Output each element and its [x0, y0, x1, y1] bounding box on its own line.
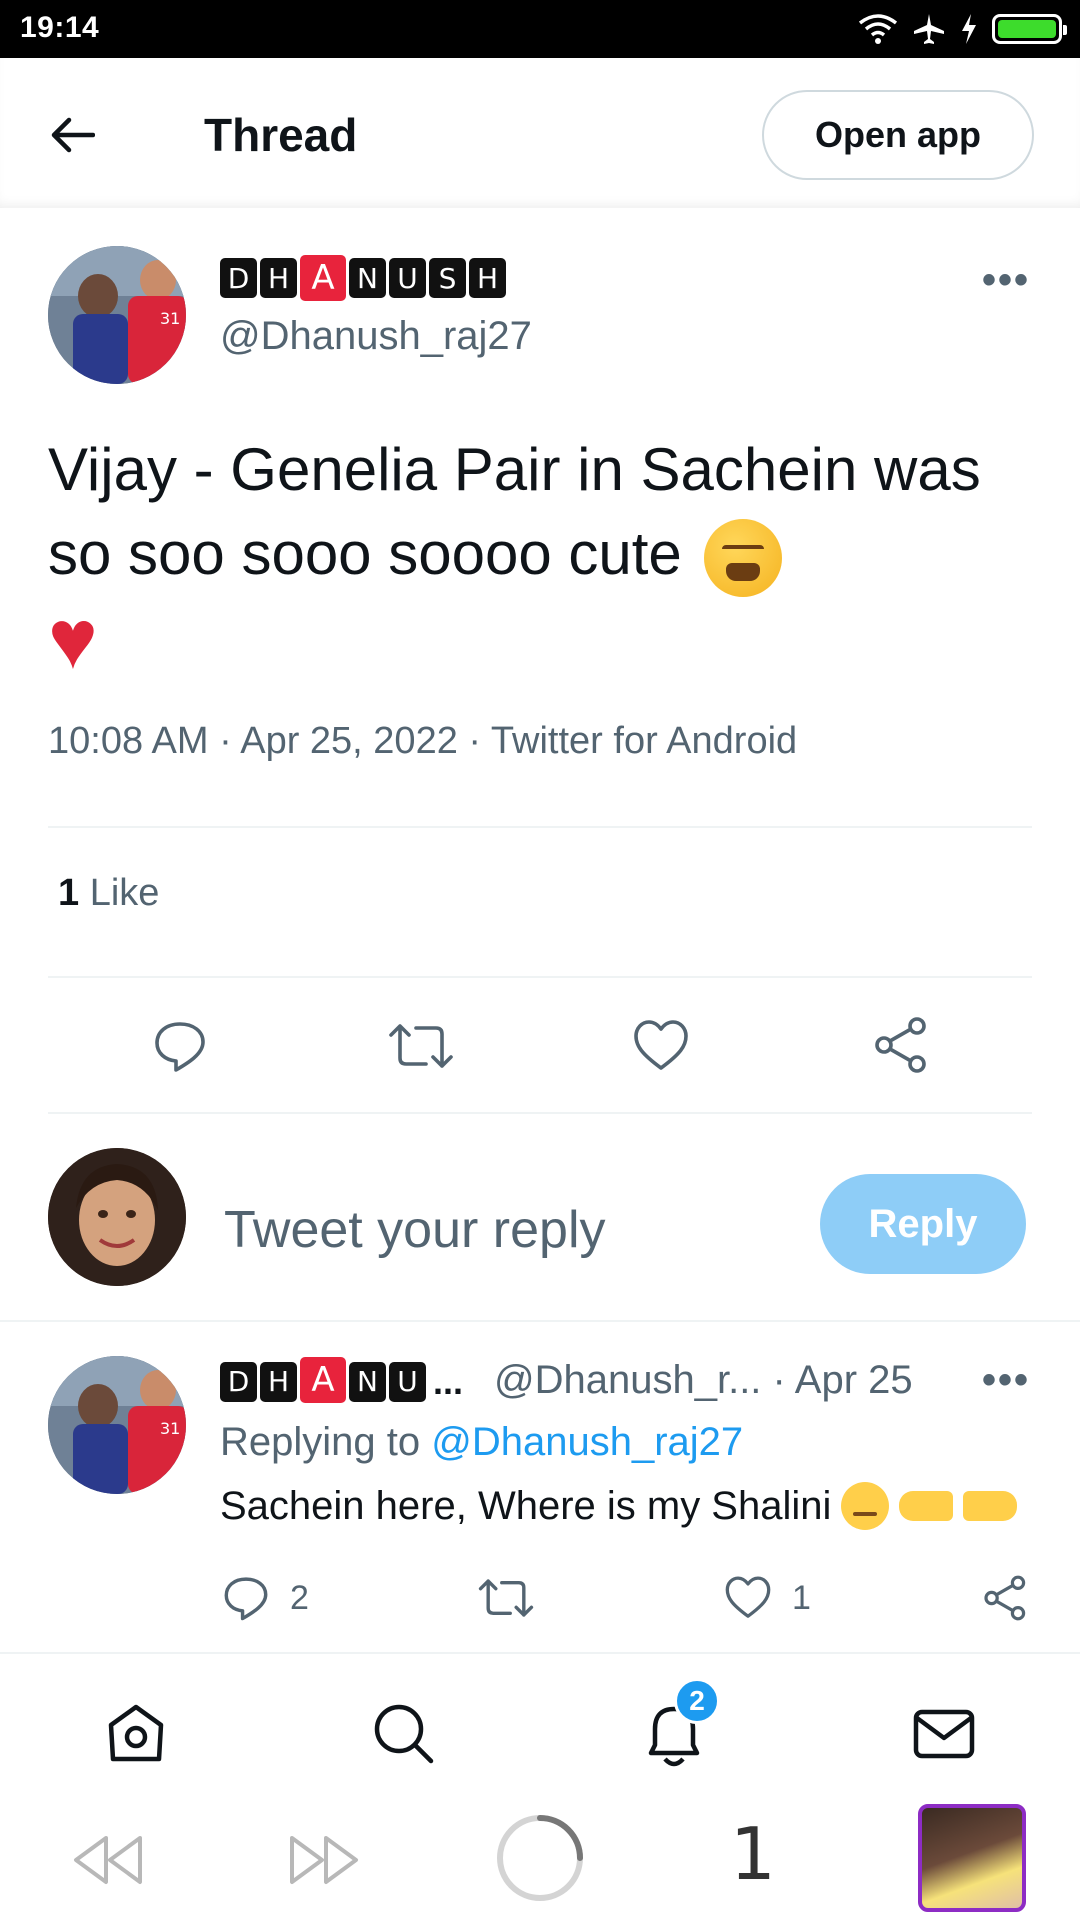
comment-author-avatar-image: 31	[48, 1356, 186, 1494]
replying-to: Replying to @Dhanush_raj27	[220, 1420, 743, 1465]
mail-icon	[913, 1709, 975, 1759]
home-icon	[108, 1704, 164, 1762]
replying-prefix: Replying to	[220, 1420, 432, 1464]
page-title: Thread	[204, 109, 358, 161]
name-tile: D	[220, 1361, 257, 1402]
current-user-avatar	[48, 1148, 186, 1286]
share-icon	[875, 1017, 926, 1073]
name-tile: U	[389, 258, 426, 298]
comment-reply-button[interactable]: 2	[222, 1574, 309, 1622]
open-app-button[interactable]: Open app	[762, 90, 1034, 180]
red-heart-emoji-icon: ♥	[48, 592, 98, 687]
divider	[48, 976, 1032, 978]
name-tile: S	[429, 258, 466, 298]
svg-text:31: 31	[160, 309, 180, 328]
name-tile: U	[389, 1361, 426, 1402]
weary-face-emoji-icon	[704, 519, 783, 598]
pointing-right-emoji-icon	[963, 1491, 1018, 1521]
status-time: 19:14	[20, 11, 100, 44]
arrow-left-icon	[51, 117, 95, 153]
comment-icon	[224, 1577, 268, 1621]
author-avatar-image: 31	[48, 246, 186, 384]
heart-icon	[634, 1020, 688, 1070]
name-tile: A	[300, 255, 346, 301]
browser-tab-count[interactable]: 1	[730, 1812, 776, 1896]
name-tile: H	[469, 258, 506, 298]
comment-handle-date[interactable]: @Dhanush_r... · Apr 25	[494, 1358, 913, 1403]
status-icons	[858, 12, 1067, 46]
nav-search[interactable]	[364, 1694, 444, 1774]
loading-spinner-icon	[497, 1815, 583, 1901]
back-button[interactable]	[48, 110, 98, 160]
share-icon	[984, 1575, 1026, 1621]
current-user-avatar-image	[48, 1148, 186, 1286]
comment-text-body: Sachein here, Where is my Shalini	[220, 1483, 832, 1528]
status-bar: 19:14	[0, 0, 1080, 58]
pointing-left-emoji-icon	[899, 1491, 954, 1521]
tweet-text-body: Vijay - Genelia Pair in Sachein was so s…	[48, 436, 981, 587]
share-action-button[interactable]	[872, 1016, 932, 1074]
author-avatar[interactable]: 31	[48, 246, 186, 384]
nav-home[interactable]	[96, 1694, 176, 1774]
comment-author-avatar[interactable]: 31	[48, 1356, 186, 1494]
comment-more-options-button[interactable]: •••	[982, 1358, 1030, 1403]
likes-summary[interactable]: 1 Like	[58, 872, 159, 915]
comment-text: Sachein here, Where is my Shalini	[220, 1482, 1018, 1530]
search-icon	[374, 1704, 434, 1764]
comment-author-display-name[interactable]: D H A N U ...	[220, 1357, 464, 1403]
reply-input[interactable]	[224, 1190, 784, 1270]
reply-action-button[interactable]	[152, 1018, 208, 1074]
comment-retweet-button[interactable]	[478, 1574, 534, 1622]
comment-reply-count: 2	[290, 1578, 309, 1617]
browser-forward-button[interactable]	[286, 1832, 362, 1888]
divider	[48, 1112, 1032, 1114]
airplane-mode-icon	[914, 14, 944, 44]
name-ellipsis: ...	[433, 1360, 464, 1402]
charging-icon	[962, 14, 976, 44]
tweet-timestamp: 10:08 AM · Apr 25, 2022 · Twitter for An…	[48, 720, 798, 762]
comment-like-button[interactable]: 1	[724, 1574, 811, 1622]
name-tile: N	[349, 1361, 386, 1402]
browser-back-button[interactable]	[70, 1832, 146, 1888]
battery-icon	[992, 14, 1067, 44]
divider	[0, 1320, 1080, 1322]
divider	[48, 826, 1032, 828]
name-tile: N	[349, 258, 386, 298]
author-handle[interactable]: @Dhanush_raj27	[220, 314, 532, 359]
rewind-icon	[74, 1836, 142, 1884]
heart-icon	[725, 1576, 771, 1618]
name-tile: A	[300, 1357, 346, 1403]
tweet-text: Vijay - Genelia Pair in Sachein was so s…	[48, 428, 1008, 690]
nav-messages[interactable]	[904, 1694, 984, 1774]
comment-share-button[interactable]	[982, 1574, 1030, 1622]
likes-count: 1	[58, 872, 80, 914]
retweet-action-button[interactable]	[388, 1018, 454, 1074]
thread-header: Thread Open app	[0, 58, 1080, 208]
eye-roll-emoji-icon	[841, 1482, 890, 1530]
more-options-button[interactable]: •••	[982, 258, 1030, 303]
reply-button[interactable]: Reply	[820, 1174, 1026, 1274]
likes-label: Like	[89, 872, 160, 914]
browser-tab-thumbnail[interactable]	[918, 1804, 1026, 1912]
like-action-button[interactable]	[632, 1018, 690, 1074]
replying-mention-link[interactable]: @Dhanush_raj27	[431, 1420, 743, 1464]
comment-icon	[155, 1022, 205, 1072]
retweet-icon	[478, 1579, 534, 1617]
browser-loading-button[interactable]	[494, 1812, 586, 1904]
name-tile: H	[260, 1361, 297, 1402]
nav-notifications[interactable]: 2	[634, 1678, 720, 1774]
svg-text:31: 31	[160, 1419, 180, 1438]
comment-like-count: 1	[792, 1578, 811, 1617]
wifi-icon	[858, 14, 898, 44]
author-display-name[interactable]: D H A N U S H	[220, 255, 506, 301]
name-tile: D	[220, 258, 257, 298]
retweet-icon	[389, 1024, 453, 1068]
name-tile: H	[260, 258, 297, 298]
bottom-navigation: 2	[0, 1652, 1080, 1800]
notification-badge: 2	[674, 1678, 720, 1724]
fast-forward-icon	[290, 1836, 358, 1884]
